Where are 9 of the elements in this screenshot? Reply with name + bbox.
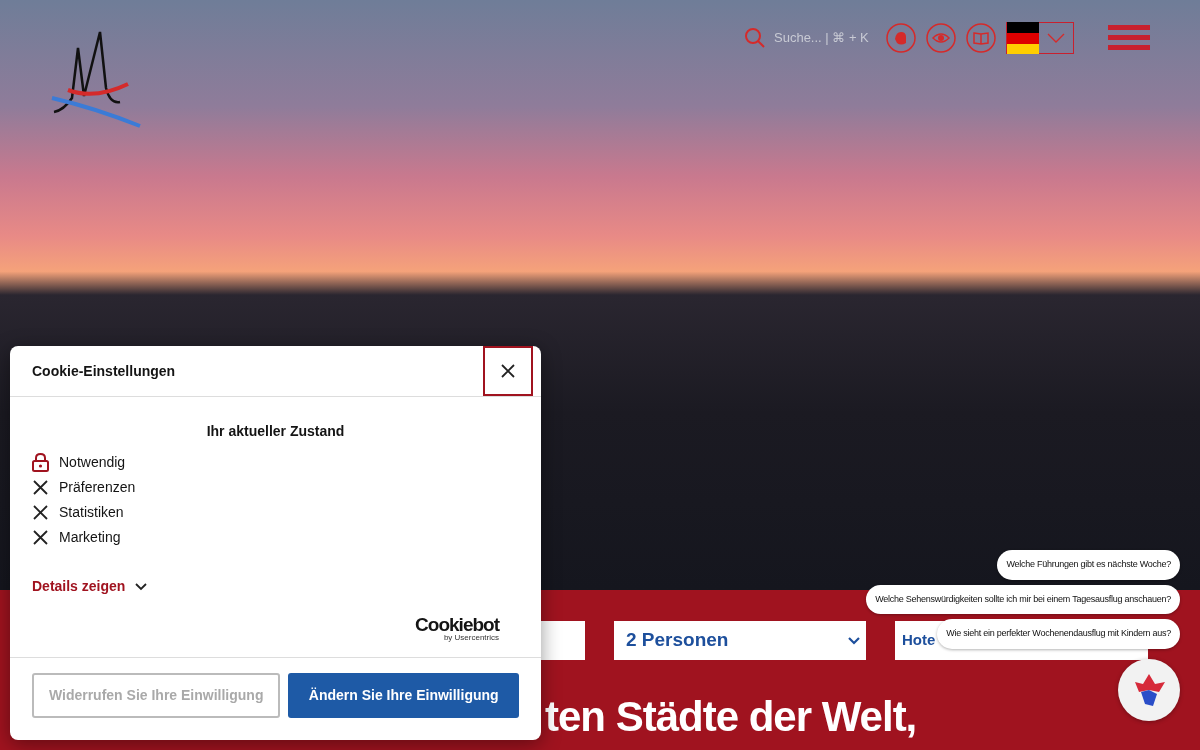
headline: ten Städte der Welt, xyxy=(545,692,917,742)
status-heading: Ihr aktueller Zustand xyxy=(205,422,346,441)
category-label: Statistiken xyxy=(59,503,124,522)
category-label: Präferenzen xyxy=(59,478,136,497)
dialog-title: Cookie-Einstellungen xyxy=(31,361,176,381)
brand-logo: Cookiebot xyxy=(415,615,499,634)
brand-tagline: by Usercentrics xyxy=(443,634,499,642)
category-label: Notwendig xyxy=(59,453,126,472)
category-label: Marketing xyxy=(59,528,121,547)
